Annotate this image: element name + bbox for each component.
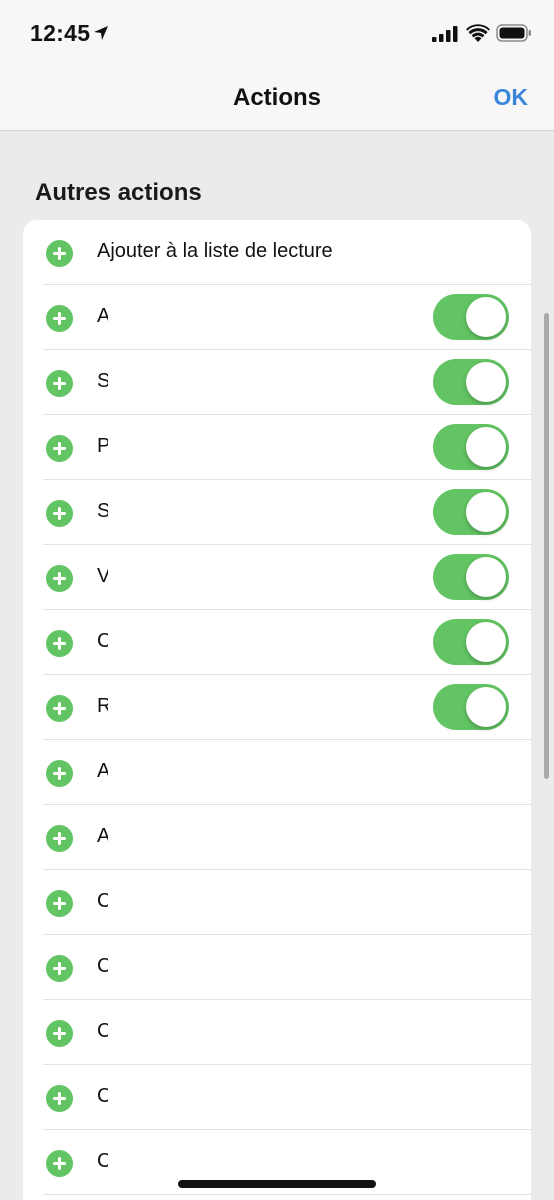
add-icon[interactable] xyxy=(46,565,73,592)
list-item[interactable]: C xyxy=(23,935,531,1000)
list-item-label: A xyxy=(97,760,108,782)
list-item[interactable]: C xyxy=(23,870,531,935)
list-item[interactable]: C xyxy=(23,1000,531,1065)
toggle-knob xyxy=(466,622,506,662)
list-item[interactable]: P xyxy=(23,415,531,480)
add-icon[interactable] xyxy=(46,825,73,852)
list-item-label: C xyxy=(97,1085,108,1107)
wifi-icon xyxy=(466,24,490,42)
toggle-knob xyxy=(466,492,506,532)
action-toggle[interactable] xyxy=(433,294,509,340)
battery-icon xyxy=(496,24,531,42)
list-item[interactable]: C xyxy=(23,610,531,675)
list-item[interactable]: C xyxy=(23,1065,531,1130)
list-item-label: A xyxy=(97,305,108,327)
list-item-label: A xyxy=(97,825,108,847)
toggle-knob xyxy=(466,557,506,597)
add-icon[interactable] xyxy=(46,305,73,332)
actions-screen: 12:45 Actions OK Autres actions Ajouter … xyxy=(0,0,554,1200)
list-item-label: C xyxy=(97,1020,108,1042)
list-item-label: C xyxy=(97,955,108,977)
action-toggle[interactable] xyxy=(433,489,509,535)
section-header: Autres actions xyxy=(35,179,202,206)
list-item-label: R xyxy=(97,695,108,717)
list-item[interactable]: S xyxy=(23,480,531,545)
add-icon[interactable] xyxy=(46,1085,73,1112)
list-item[interactable]: A xyxy=(23,740,531,805)
list-item-label: S xyxy=(97,370,108,392)
status-time: 12:45 xyxy=(30,20,91,46)
add-icon[interactable] xyxy=(46,435,73,462)
list-item-label: C xyxy=(97,1150,108,1172)
add-icon[interactable] xyxy=(46,240,73,267)
action-toggle[interactable] xyxy=(433,554,509,600)
add-icon[interactable] xyxy=(46,695,73,722)
ok-button[interactable]: OK xyxy=(494,84,529,111)
list-item[interactable]: V xyxy=(23,545,531,610)
add-icon[interactable] xyxy=(46,890,73,917)
list-item-label: C xyxy=(97,630,108,652)
list-item[interactable]: R xyxy=(23,675,531,740)
add-icon[interactable] xyxy=(46,1020,73,1047)
navigation-bar: 12:45 Actions OK xyxy=(0,0,554,131)
toggle-knob xyxy=(466,362,506,402)
list-item-label: V xyxy=(97,565,108,587)
location-arrow-icon xyxy=(94,26,108,40)
add-icon[interactable] xyxy=(46,370,73,397)
list-item[interactable]: Ajouter à la liste de lecture xyxy=(23,220,531,285)
add-icon[interactable] xyxy=(46,760,73,787)
scrollbar[interactable] xyxy=(544,313,549,779)
toggle-knob xyxy=(466,427,506,467)
list-item-label: P xyxy=(97,435,108,457)
home-indicator[interactable] xyxy=(178,1180,376,1188)
add-icon[interactable] xyxy=(46,630,73,657)
action-toggle[interactable] xyxy=(433,359,509,405)
toggle-knob xyxy=(466,687,506,727)
row-divider xyxy=(43,1194,531,1195)
list-item-label: S xyxy=(97,500,108,522)
toggle-knob xyxy=(466,297,506,337)
list-item[interactable]: S xyxy=(23,350,531,415)
action-toggle[interactable] xyxy=(433,424,509,470)
action-toggle[interactable] xyxy=(433,619,509,665)
add-icon[interactable] xyxy=(46,955,73,982)
list-item[interactable]: A xyxy=(23,285,531,350)
list-item-label: C xyxy=(97,890,108,912)
action-toggle[interactable] xyxy=(433,684,509,730)
add-icon[interactable] xyxy=(46,500,73,527)
add-icon[interactable] xyxy=(46,1150,73,1177)
actions-list: Ajouter à la liste de lecture A S P S V … xyxy=(23,220,531,1200)
list-item[interactable]: A xyxy=(23,805,531,870)
list-item-label: Ajouter à la liste de lecture xyxy=(97,240,333,262)
cellular-signal-icon xyxy=(432,26,458,42)
page-title: Actions xyxy=(232,84,321,111)
